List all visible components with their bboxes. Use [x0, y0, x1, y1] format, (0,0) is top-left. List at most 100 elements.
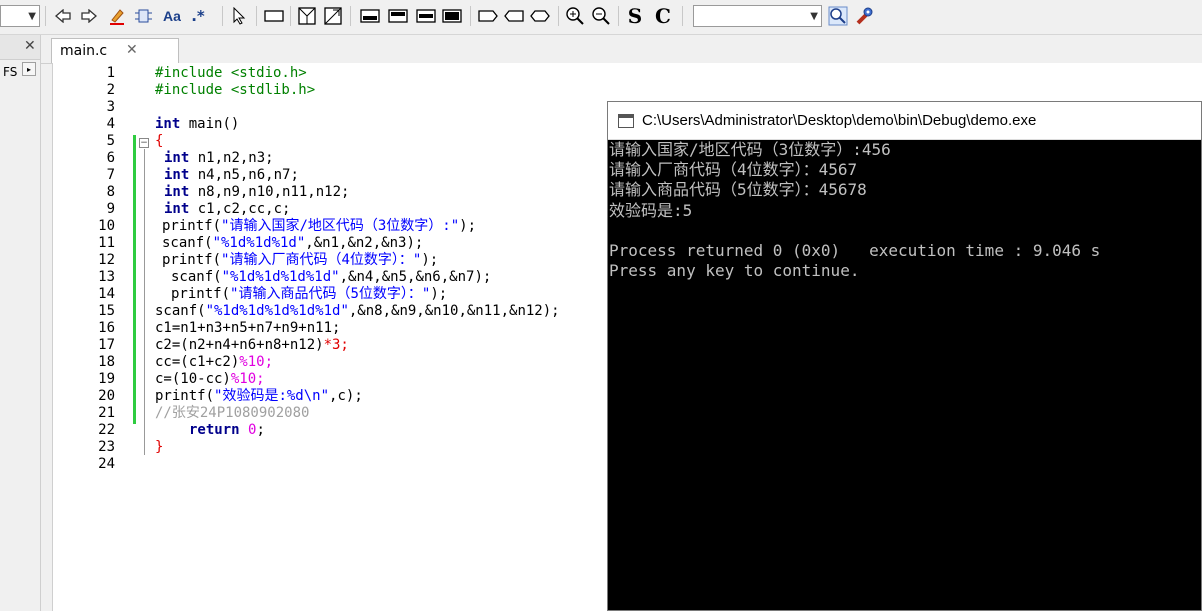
code-line: printf("请输入商品代码（5位数字）："); [171, 286, 447, 303]
c-button[interactable]: C [652, 4, 674, 28]
code-token: ); [421, 252, 439, 268]
block-style-1-button[interactable] [358, 5, 382, 27]
zoom-in-button[interactable] [564, 5, 586, 27]
console-line: 请输入厂商代码（4位数字）：4567 [609, 160, 858, 180]
zoom-in-icon [566, 7, 584, 25]
code-token: c2=(n2+n4+n6+n8+n12) [155, 337, 324, 353]
code-token: printf( [162, 252, 222, 268]
code-line: #include <stdio.h> [155, 65, 307, 82]
regex-button[interactable]: .* [188, 5, 208, 27]
block-style-4-button[interactable] [440, 5, 464, 27]
code-line: scanf("%1d%1d%1d%1d%1d",&n8,&n9,&n10,&n1… [155, 303, 560, 320]
close-icon[interactable]: ✕ [24, 38, 36, 54]
code-token: { [155, 133, 164, 149]
highlighter-icon [110, 9, 124, 25]
box-diagonal-button[interactable] [322, 5, 344, 27]
close-icon[interactable]: ✕ [126, 42, 138, 58]
zoom-out-button[interactable] [590, 5, 612, 27]
code-token: scanf( [155, 303, 206, 319]
console-window[interactable]: C:\Users\Administrator\Desktop\demo\bin\… [607, 101, 1202, 611]
code-token: int [164, 201, 190, 217]
s-button[interactable]: S [624, 4, 646, 28]
toolbar-separator [558, 6, 559, 26]
line-number: 15 [98, 303, 115, 319]
code-token: ,&n1,&n2,&n3); [305, 235, 424, 251]
code-token: %10; [230, 371, 265, 387]
select-tool-button[interactable] [228, 5, 250, 27]
code-token: #include <stdlib.h> [155, 82, 316, 98]
code-line: return 0; [189, 422, 265, 439]
code-line: c2=(n2+n4+n6+n8+n12)*3; [155, 337, 349, 354]
code-line: cc=(c1+c2)%10; [155, 354, 273, 371]
code-line: //张安24P1080902080 [155, 405, 309, 422]
toolbar-separator [222, 6, 223, 26]
settings-button[interactable] [853, 5, 875, 27]
rectangle-button[interactable] [262, 5, 286, 27]
toolbar-separator [256, 6, 257, 26]
toolbar-separator [682, 6, 683, 26]
panel-label: FS [3, 65, 18, 79]
toolbar-separator [45, 6, 46, 26]
line-number: 17 [98, 337, 115, 353]
tab-main-c[interactable]: main.c ✕ [51, 38, 179, 63]
shape-left-button[interactable] [502, 5, 526, 27]
line-number: 13 [98, 269, 115, 285]
line-number: 12 [98, 252, 115, 268]
code-line: { [155, 133, 163, 150]
code-token: c1=n1+n3+n5+n7+n9+n11; [155, 320, 341, 336]
scope-dropdown[interactable]: ▼ [0, 5, 40, 27]
find-button[interactable] [827, 5, 849, 27]
code-token: cc=(c1+c2) [155, 354, 240, 370]
code-token: #include <stdio.h> [155, 65, 307, 81]
console-line: Process returned 0 (0x0) execution time … [609, 240, 1101, 260]
code-token: "%1d%1d%1d%1d%1d" [205, 303, 349, 319]
block-mid-icon [388, 9, 408, 23]
line-number: 23 [98, 439, 115, 455]
code-line: scanf("%1d%1d%1d",&n1,&n2,&n3); [162, 235, 423, 252]
code-token: int [164, 184, 190, 200]
code-token: int [164, 167, 190, 183]
code-token: c=(10-cc) [155, 371, 231, 387]
toggle-comment-button[interactable] [132, 5, 154, 27]
tab-label: main.c [60, 43, 108, 59]
line-number: 1 [106, 65, 115, 81]
font-button[interactable]: Aa [160, 5, 184, 27]
block-style-2-button[interactable] [386, 5, 410, 27]
rectangle-icon [264, 10, 284, 22]
console-output: 请输入国家/地区代码（3位数字）:456 请输入厂商代码（4位数字）：4567 请输… [608, 140, 1202, 281]
box-split-button[interactable] [296, 5, 318, 27]
code-token: n1,n2,n3; [189, 150, 274, 166]
management-panel: ✕ FS ▸ [0, 35, 41, 611]
line-number: 10 [98, 218, 115, 234]
change-indicator [133, 135, 136, 424]
line-number: 21 [98, 405, 115, 421]
code-line: int main() [155, 116, 239, 133]
zoom-out-icon [592, 7, 610, 25]
search-combo[interactable]: ▼ [693, 5, 822, 27]
code-token: printf( [171, 286, 231, 302]
console-title-bar: C:\Users\Administrator\Desktop\demo\bin\… [608, 102, 1201, 140]
block-split-icon [416, 9, 436, 23]
arrow-right-icon [81, 9, 97, 23]
line-number: 6 [106, 150, 115, 166]
console-line: Press any key to continue. [609, 261, 860, 281]
shape-right-button[interactable] [476, 5, 500, 27]
chevron-down-icon: ▼ [810, 11, 818, 22]
code-token: printf( [155, 388, 215, 404]
code-token: 0 [239, 422, 257, 438]
shape-both-button[interactable] [528, 5, 552, 27]
chevron-right-icon[interactable]: ▸ [22, 62, 36, 76]
forward-button[interactable] [78, 5, 100, 27]
box-split-icon [298, 7, 316, 25]
fold-toggle-icon[interactable]: − [139, 138, 149, 148]
highlight-button[interactable] [106, 5, 128, 27]
back-button[interactable] [52, 5, 74, 27]
block-style-3-button[interactable] [414, 5, 438, 27]
line-number: 19 [98, 371, 115, 387]
code-line: printf("请输入厂商代码（4位数字）："); [162, 252, 438, 269]
code-token: scanf( [171, 269, 222, 285]
search-icon [828, 6, 848, 26]
line-number: 9 [106, 201, 115, 217]
editor-tab-bar: main.c ✕ [41, 35, 1202, 64]
console-line: 效验码是:5 [609, 200, 693, 220]
